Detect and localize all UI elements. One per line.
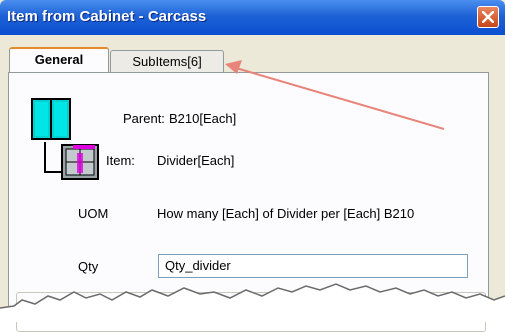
dialog-window: Item from Cabinet - Carcass General SubI… <box>0 0 505 332</box>
torn-edge <box>0 283 505 322</box>
